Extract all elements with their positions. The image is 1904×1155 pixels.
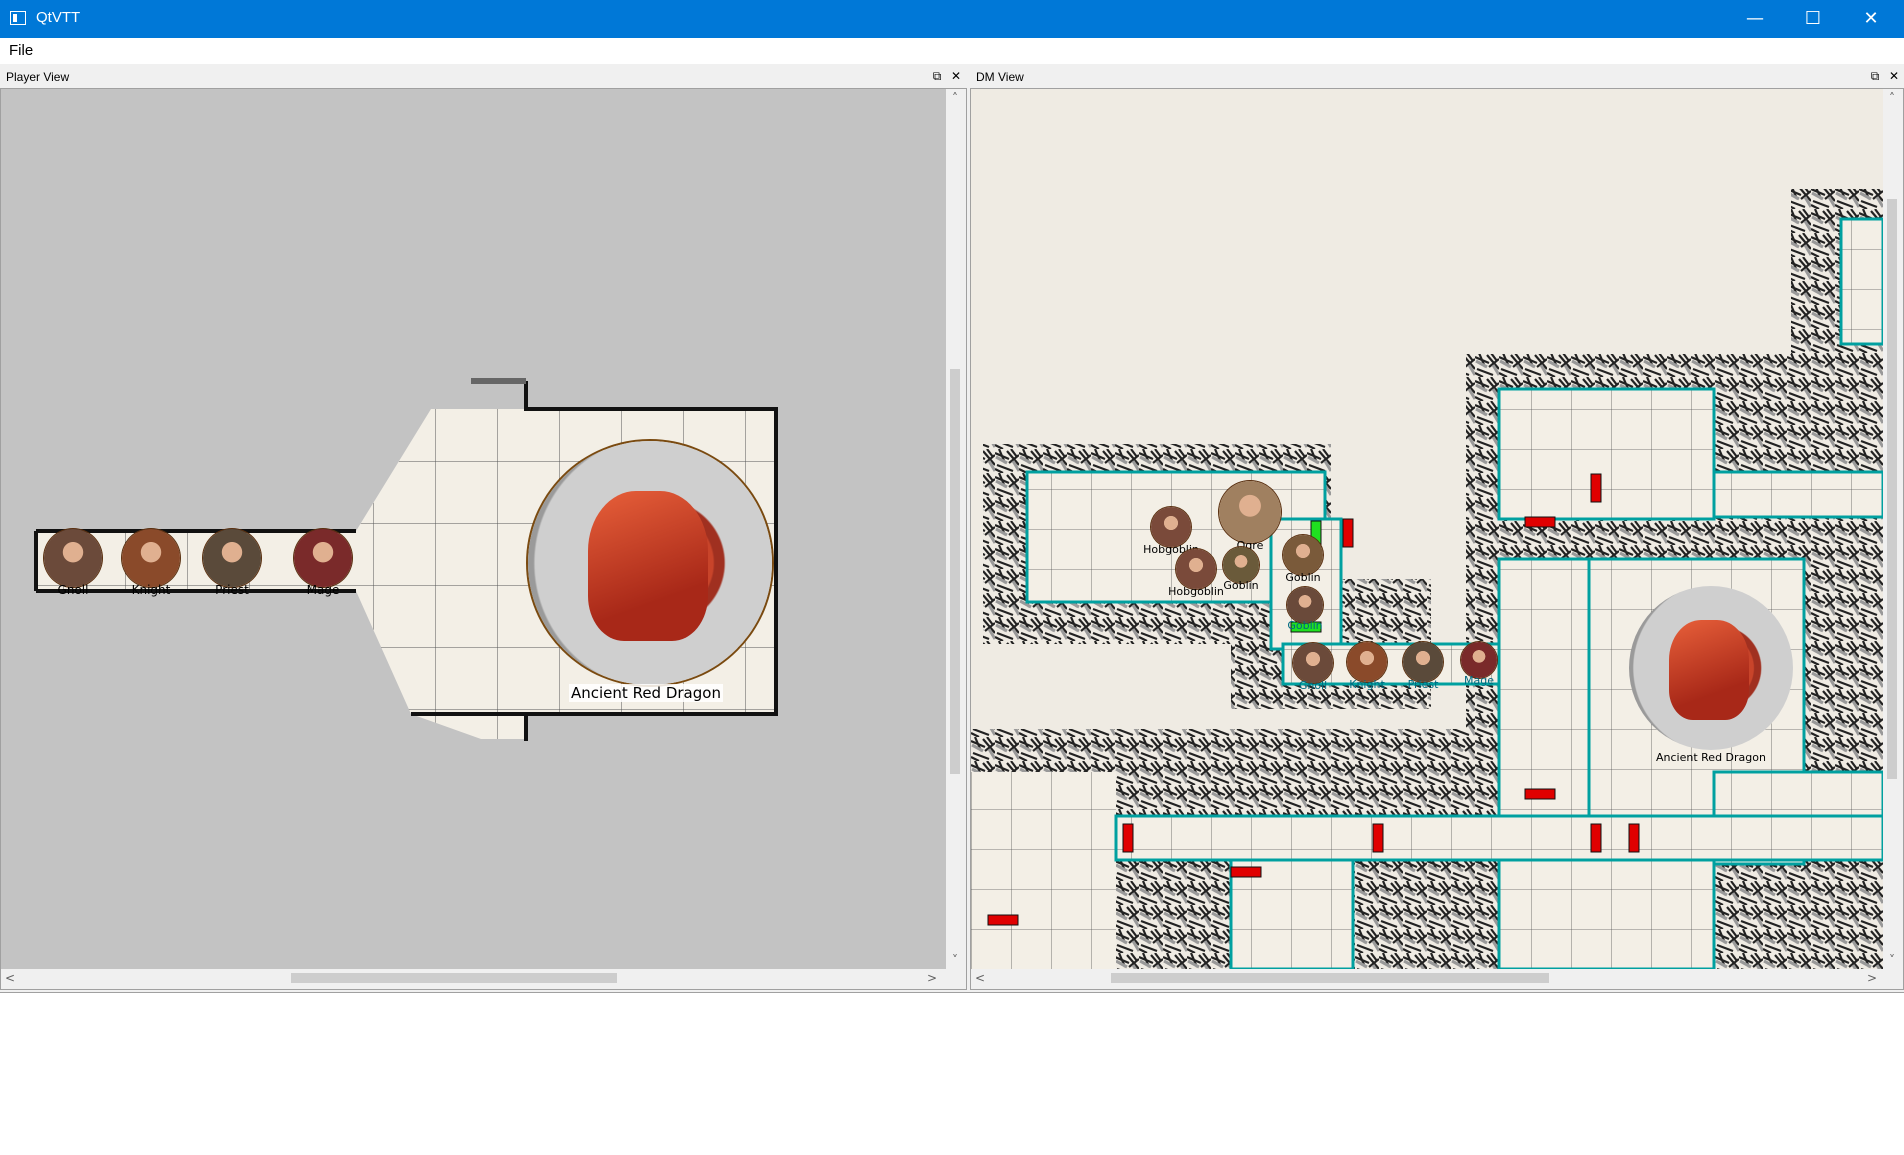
log-panel[interactable] xyxy=(0,992,1904,1155)
dragon-icon xyxy=(588,491,708,641)
dm-view-canvas[interactable]: Hobgoblin Ogre Goblin Hobgoblin Goblin Goblin… xyxy=(970,88,1904,990)
player-scroll-down[interactable]: ˅ xyxy=(946,951,964,969)
player-token-priest[interactable] xyxy=(203,529,261,587)
player-vscroll-thumb[interactable] xyxy=(950,369,960,774)
player-scroll-left[interactable]: < xyxy=(1,969,19,987)
dm-scroll-left[interactable]: < xyxy=(971,969,989,987)
player-vscroll[interactable]: ˄ ˅ xyxy=(946,89,964,969)
dm-token-goblin[interactable] xyxy=(1283,535,1323,575)
dragon-icon xyxy=(1669,620,1749,720)
player-scroll-right[interactable]: > xyxy=(923,969,941,987)
player-view-float-icon[interactable]: ⧉ xyxy=(930,68,944,84)
dm-token-label: Knight xyxy=(1349,678,1385,691)
app-icon xyxy=(10,11,26,25)
dm-token-label: Priest xyxy=(1407,678,1439,691)
player-hscroll[interactable]: < > xyxy=(1,969,946,987)
player-token-label: Mage xyxy=(306,583,340,597)
dm-scroll-up[interactable]: ˄ xyxy=(1883,89,1901,107)
menu-file[interactable]: File xyxy=(9,42,33,59)
dm-scroll-down[interactable]: ˅ xyxy=(1883,951,1901,969)
dm-token-mage[interactable] xyxy=(1461,642,1497,678)
dm-token-hobgoblin[interactable] xyxy=(1176,549,1216,589)
dm-token-gnoll[interactable] xyxy=(1293,643,1333,683)
player-hscroll-thumb[interactable] xyxy=(291,973,617,983)
close-button[interactable]: ✕ xyxy=(1842,0,1900,38)
dm-token-priest[interactable] xyxy=(1403,642,1443,682)
dm-vscroll[interactable]: ˄ ˅ xyxy=(1883,89,1901,969)
dm-dragon-token[interactable] xyxy=(1629,586,1793,750)
player-token-label: Priest xyxy=(215,583,249,597)
window-title: QtVTT xyxy=(36,9,81,26)
dm-dragon-label: Ancient Red Dragon xyxy=(1656,751,1766,764)
player-view-titlebar: Player View ⧉ ✕ xyxy=(0,66,966,88)
dm-view-title: DM View xyxy=(976,70,1024,84)
player-token-knight[interactable] xyxy=(122,529,180,587)
dm-token-knight[interactable] xyxy=(1347,642,1387,682)
dm-view-float-icon[interactable]: ⧉ xyxy=(1868,68,1882,84)
dm-token-label: Goblin xyxy=(1223,579,1259,592)
player-dragon-token[interactable] xyxy=(528,441,772,685)
player-token-label: Knight xyxy=(131,583,171,597)
dm-view-close-icon[interactable]: ✕ xyxy=(1887,68,1901,84)
player-token-gnoll[interactable] xyxy=(44,529,102,587)
dm-token-label: Gnoll xyxy=(1298,679,1328,692)
dm-vscroll-thumb[interactable] xyxy=(1887,199,1897,779)
dm-token-label: Goblin xyxy=(1287,619,1323,632)
dm-token-label: Mage xyxy=(1464,674,1494,687)
minimize-button[interactable]: — xyxy=(1726,0,1784,38)
dm-token-goblin[interactable] xyxy=(1287,587,1323,623)
player-token-label: Gnoll xyxy=(57,583,89,597)
dm-hscroll-thumb[interactable] xyxy=(1111,973,1549,983)
dm-token-goblin[interactable] xyxy=(1223,547,1259,583)
maximize-button[interactable]: ☐ xyxy=(1784,0,1842,38)
player-dragon-label: Ancient Red Dragon xyxy=(569,684,723,702)
dm-view-titlebar: DM View ⧉ ✕ xyxy=(970,66,1904,88)
player-view-title: Player View xyxy=(6,70,70,84)
dm-token-hobgoblin[interactable] xyxy=(1151,507,1191,547)
menu-bar: File xyxy=(0,38,1904,64)
dm-token-label: Goblin xyxy=(1285,571,1321,584)
dm-token-label: Hobgoblin xyxy=(1168,585,1224,598)
player-token-mage[interactable] xyxy=(294,529,352,587)
dm-token-ogre[interactable] xyxy=(1219,481,1281,543)
player-view-close-icon[interactable]: ✕ xyxy=(949,68,963,84)
player-scroll-up[interactable]: ˄ xyxy=(946,89,964,107)
dm-hscroll[interactable]: < > xyxy=(971,969,1883,987)
dm-scroll-right[interactable]: > xyxy=(1863,969,1881,987)
window-titlebar: QtVTT — ☐ ✕ xyxy=(0,0,1904,38)
dm-map[interactable] xyxy=(971,89,1883,969)
player-view-canvas[interactable]: Gnoll Knight Priest Mage Ancient Red Dragon… xyxy=(0,88,967,990)
